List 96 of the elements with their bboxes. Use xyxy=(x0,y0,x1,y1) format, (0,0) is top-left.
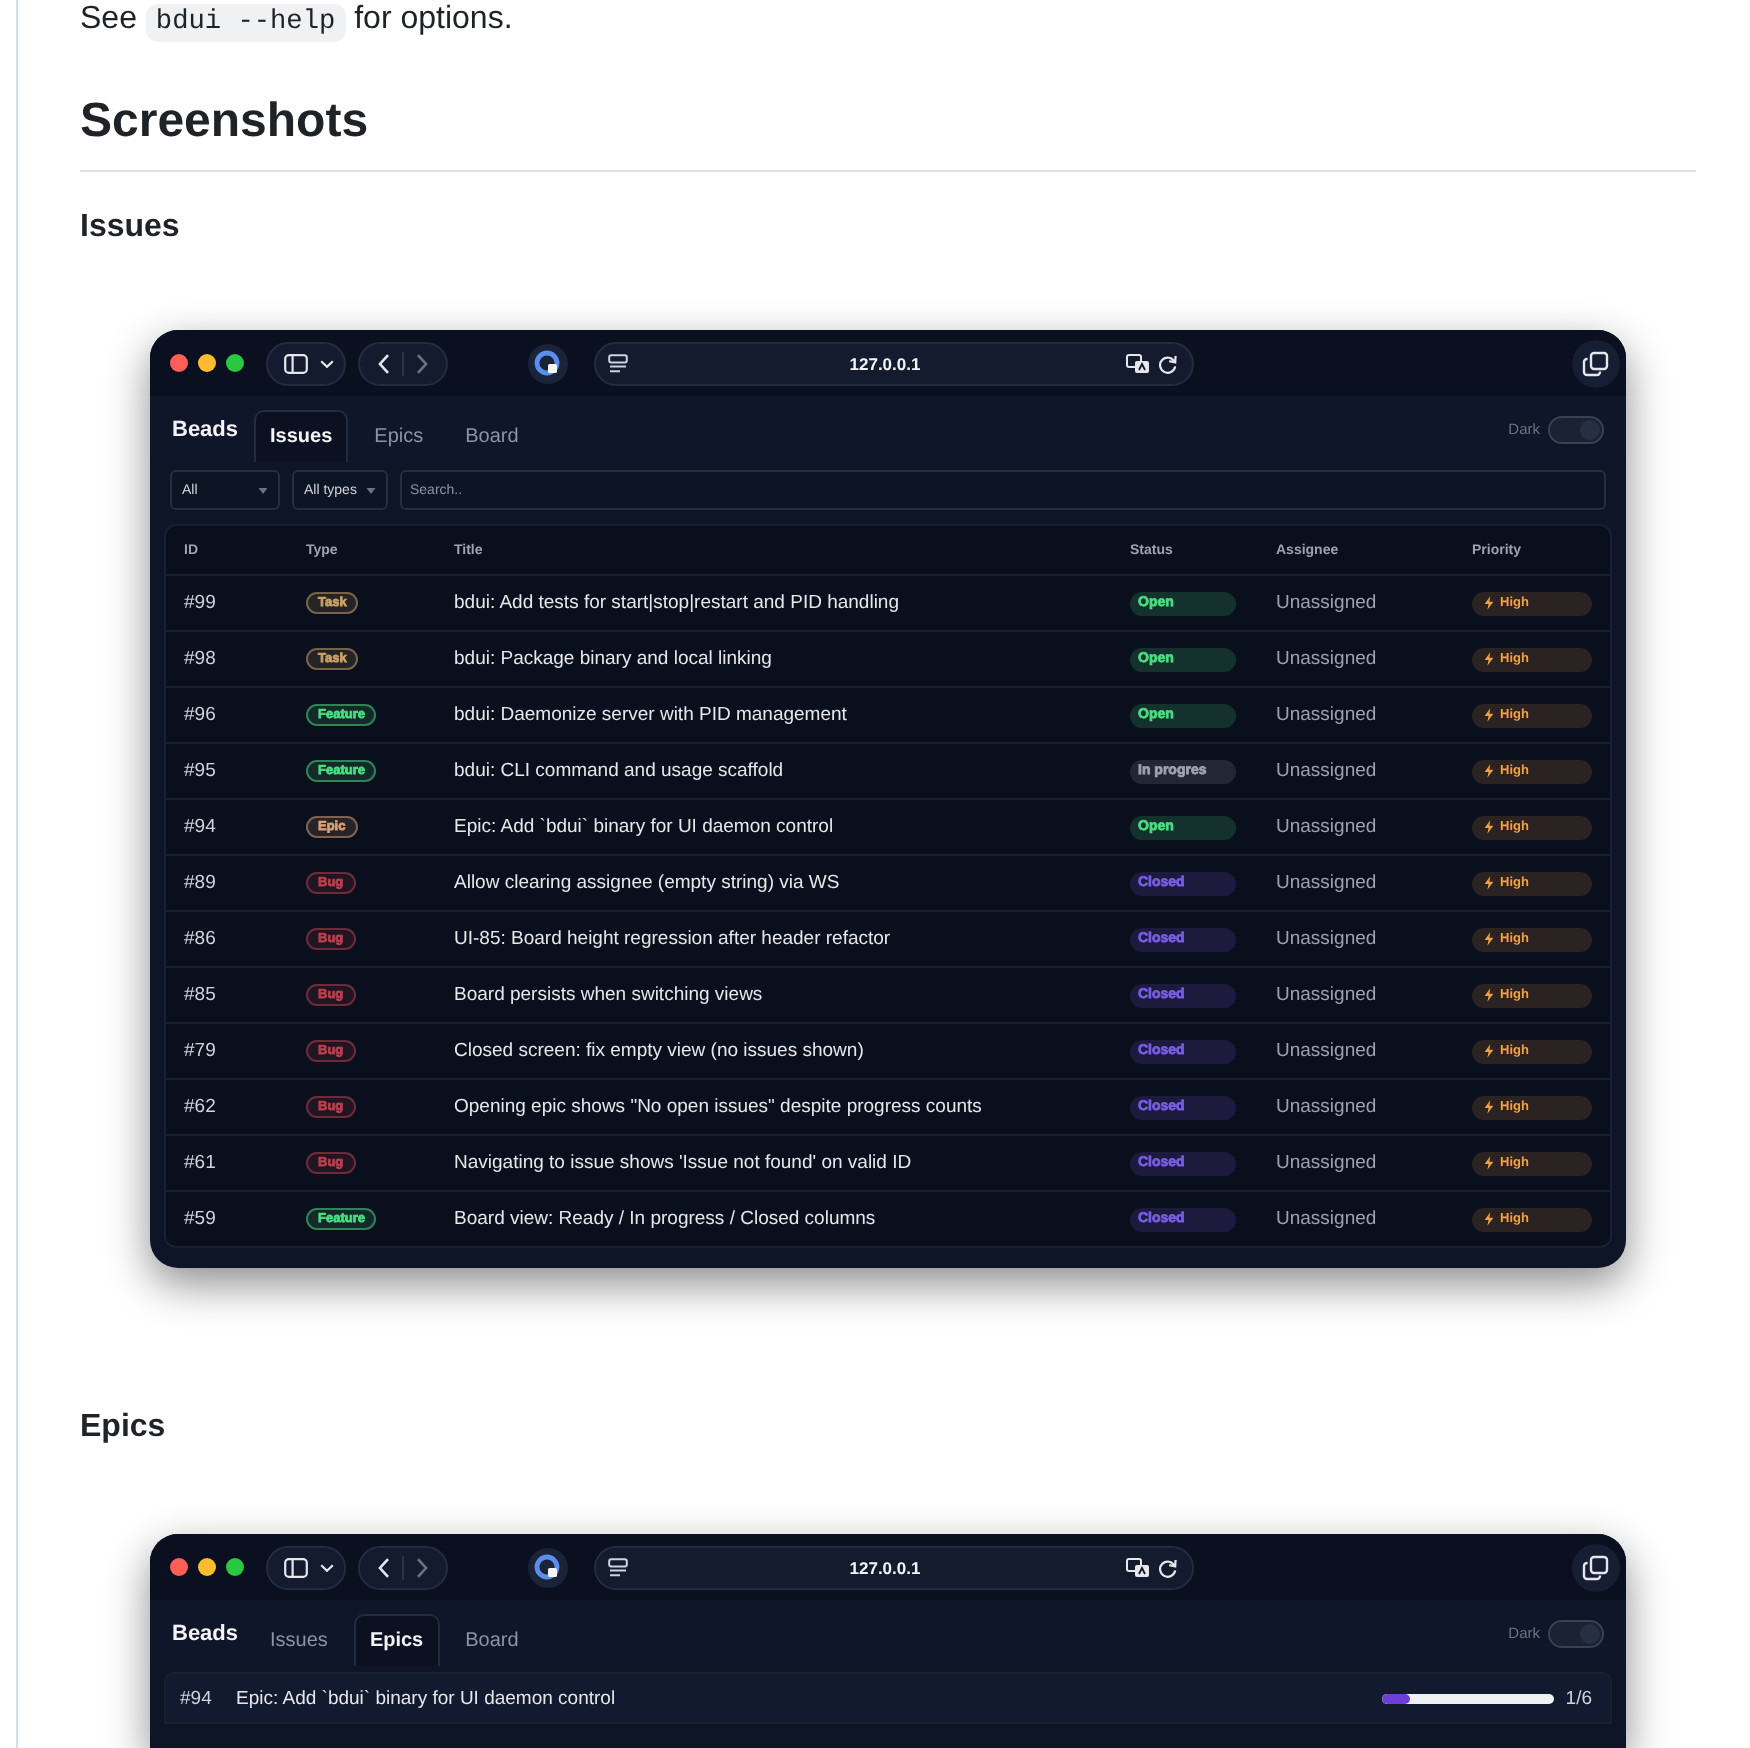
issue-title[interactable]: Opening epic shows "No open issues" despite progress counts xyxy=(454,1096,1130,1118)
issue-id: #59 xyxy=(184,1208,218,1230)
nav-tab[interactable]: Board xyxy=(449,1614,535,1666)
issue-title[interactable]: Epic: Add `bdui` binary for UI daemon control xyxy=(454,816,1130,838)
reload-icon[interactable] xyxy=(1158,1557,1178,1577)
app-title: Beads xyxy=(172,1621,239,1645)
chevron-down-icon xyxy=(320,1563,334,1571)
bolt-icon xyxy=(1484,764,1494,778)
bolt-icon xyxy=(1484,988,1494,1002)
translate-icon[interactable] xyxy=(1126,353,1150,373)
bolt-icon xyxy=(1484,1156,1494,1170)
assignee-text: Unassigned xyxy=(1276,928,1379,950)
bolt-icon xyxy=(1484,1100,1494,1114)
sidebar-button[interactable] xyxy=(266,341,346,385)
nav-tab[interactable]: Epics xyxy=(353,1614,440,1666)
assignee-text: Unassigned xyxy=(1276,760,1379,782)
issue-id: #99 xyxy=(184,592,218,614)
issue-title[interactable]: UI-85: Board height regression after header refactor xyxy=(454,928,1130,950)
window-close-icon[interactable] xyxy=(170,1558,188,1576)
epic-title: Epic: Add `bdui` binary for UI daemon control xyxy=(236,1687,616,1709)
issue-title[interactable]: Navigating to issue shows 'Issue not found' on valid ID xyxy=(454,1152,1130,1174)
bolt-icon xyxy=(1484,876,1494,890)
epic-card[interactable]: #94 Epic: Add `bdui` binary for UI daemon control 1/6 xyxy=(164,1672,1612,1724)
app-title: Beads xyxy=(172,417,239,441)
issue-title[interactable]: Closed screen: fix empty view (no issues shown) xyxy=(454,1040,1130,1062)
window-zoom-icon[interactable] xyxy=(226,1558,244,1576)
reload-icon[interactable] xyxy=(1158,353,1178,373)
section-heading: Screenshots xyxy=(80,92,1696,172)
issue-id: #95 xyxy=(184,760,218,782)
issue-id: #79 xyxy=(184,1040,218,1062)
issue-id: #96 xyxy=(184,704,218,726)
reader-icon xyxy=(608,353,628,373)
assignee-text: Unassigned xyxy=(1276,592,1379,614)
sidebar-icon xyxy=(284,353,308,373)
chevron-left-icon[interactable] xyxy=(378,1557,390,1577)
window-minimize-icon[interactable] xyxy=(198,1558,216,1576)
nav-tab[interactable]: Board xyxy=(449,410,535,462)
assignee-text: Unassigned xyxy=(1276,704,1379,726)
bolt-icon xyxy=(1484,708,1494,722)
translate-icon[interactable] xyxy=(1126,1557,1150,1577)
assignee-text: Unassigned xyxy=(1276,1040,1379,1062)
issue-id: #94 xyxy=(184,816,218,838)
bolt-icon xyxy=(1484,652,1494,666)
issue-title[interactable]: bdui: Add tests for start|stop|restart and PID handling xyxy=(454,592,1130,614)
window-zoom-icon[interactable] xyxy=(226,354,244,372)
address-bar[interactable]: 127.0.0.1 xyxy=(594,1545,1194,1589)
issue-id: #98 xyxy=(184,648,218,670)
bolt-icon xyxy=(1484,932,1494,946)
nav-tab[interactable]: Epics xyxy=(358,410,440,462)
issue-id: #85 xyxy=(184,984,218,1006)
overlapping-squares-icon[interactable] xyxy=(1572,339,1620,387)
nav-tab[interactable]: Issues xyxy=(254,410,349,462)
assignee-text: Unassigned xyxy=(1276,984,1379,1006)
chevron-down-icon xyxy=(320,359,334,367)
address-bar[interactable]: 127.0.0.1 xyxy=(594,341,1194,385)
theme-toggle[interactable] xyxy=(1548,1619,1604,1647)
assignee-text: Unassigned xyxy=(1276,648,1379,670)
issue-title[interactable]: Board view: Ready / In progress / Closed columns xyxy=(454,1208,1130,1230)
issue-title[interactable]: Board persists when switching views xyxy=(454,984,1130,1006)
ring-icon[interactable] xyxy=(528,343,568,383)
overlapping-squares-icon[interactable] xyxy=(1572,1543,1620,1591)
assignee-text: Unassigned xyxy=(1276,1096,1379,1118)
window-minimize-icon[interactable] xyxy=(198,354,216,372)
issue-id: #62 xyxy=(184,1096,218,1118)
chevron-right-icon[interactable] xyxy=(416,353,428,373)
sidebar-icon xyxy=(284,1557,308,1577)
subsection-heading: Epics xyxy=(80,1408,168,1448)
subsection-heading: Issues xyxy=(80,208,182,248)
issue-id: #61 xyxy=(184,1152,218,1174)
assignee-text: Unassigned xyxy=(1276,816,1379,838)
intro-text: See bdui --help for options. xyxy=(80,0,515,44)
reader-icon xyxy=(608,1557,628,1577)
issue-id: #86 xyxy=(184,928,218,950)
chevron-left-icon[interactable] xyxy=(378,353,390,373)
sidebar-button[interactable] xyxy=(266,1545,346,1589)
assignee-text: Unassigned xyxy=(1276,872,1379,894)
bolt-icon xyxy=(1484,1212,1494,1226)
issue-title[interactable]: bdui: Package binary and local linking xyxy=(454,648,1130,670)
issue-title[interactable]: Allow clearing assignee (empty string) via WS xyxy=(454,872,1130,894)
issue-title[interactable]: bdui: Daemonize server with PID management xyxy=(454,704,1130,726)
theme-toggle[interactable] xyxy=(1548,415,1604,443)
issue-title[interactable]: bdui: CLI command and usage scaffold xyxy=(454,760,1130,782)
caret-icon xyxy=(258,487,268,493)
bolt-icon xyxy=(1484,820,1494,834)
progress-count: 1/6 xyxy=(1565,1687,1592,1709)
bolt-icon xyxy=(1484,596,1494,610)
nav-tab[interactable]: Issues xyxy=(254,1614,344,1666)
caret-icon xyxy=(366,487,376,493)
issue-id: #89 xyxy=(184,872,218,894)
epic-id: #94 xyxy=(180,1687,214,1709)
chevron-right-icon[interactable] xyxy=(416,1557,428,1577)
ring-icon[interactable] xyxy=(528,1547,568,1587)
bolt-icon xyxy=(1484,1044,1494,1058)
assignee-text: Unassigned xyxy=(1276,1208,1379,1230)
window-close-icon[interactable] xyxy=(170,354,188,372)
assignee-text: Unassigned xyxy=(1276,1152,1379,1174)
